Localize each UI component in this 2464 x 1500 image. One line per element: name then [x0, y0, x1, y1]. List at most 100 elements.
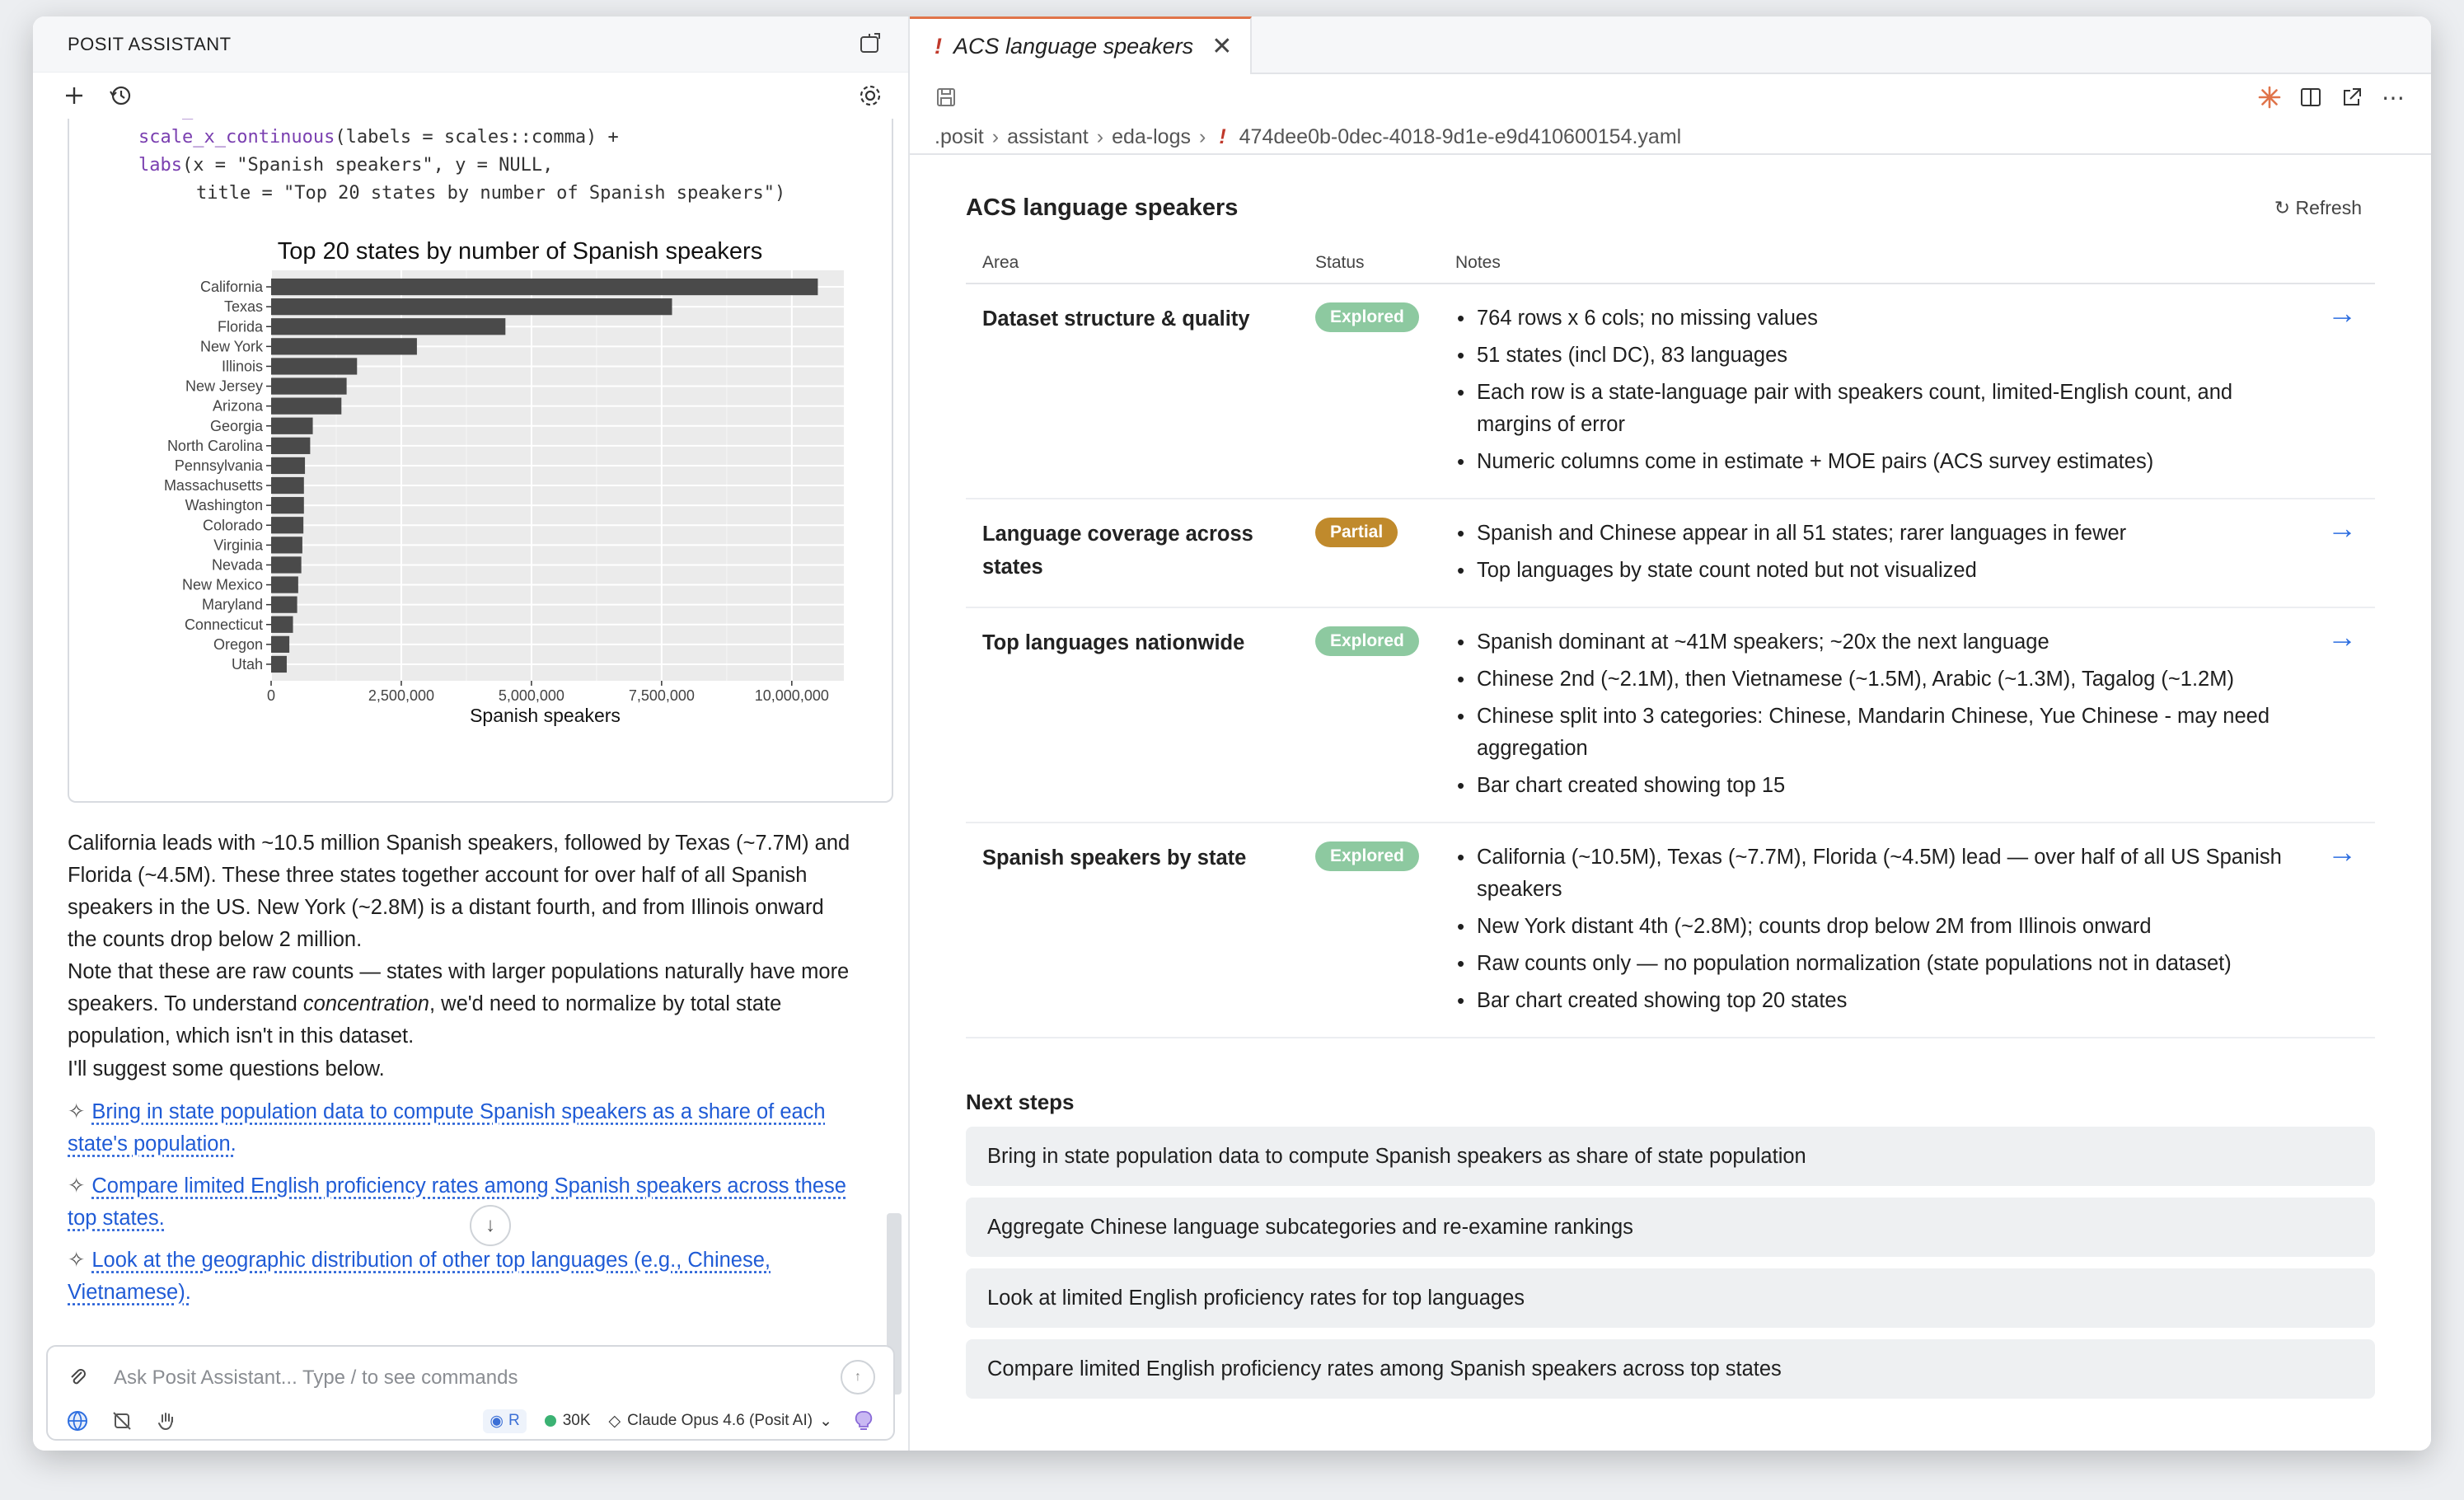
history-icon[interactable]: [107, 82, 134, 109]
arrow-up-icon: ↑: [855, 1370, 861, 1384]
message-note: Note that these are raw counts — states …: [68, 960, 850, 1048]
y-tick-label: Colorado: [203, 517, 263, 533]
note-item: New York distant 4th (~2.8M); counts dro…: [1455, 911, 2293, 943]
row-area: Dataset structure & quality: [966, 284, 1299, 499]
open-external-icon[interactable]: [2339, 84, 2365, 110]
x-axis-label: Spanish speakers: [470, 705, 621, 726]
bar: [271, 318, 506, 335]
breadcrumb-item[interactable]: .posit: [935, 125, 984, 149]
suggestion-item[interactable]: ✧ Look at the geographic distribution of …: [68, 1245, 859, 1309]
refresh-icon: ↻: [2274, 196, 2291, 218]
bar: [271, 338, 417, 355]
bar: [271, 616, 293, 633]
x-tick-label: 2,500,000: [368, 687, 434, 704]
globe-icon[interactable]: [64, 1408, 91, 1434]
message-paragraph: California leads with ~10.5 million Span…: [68, 832, 850, 951]
app-window: POSIT ASSISTANT geom_col() +scale_x_cont…: [33, 16, 2431, 1451]
tab-bar: ! ACS language speakers ✕: [910, 16, 2431, 74]
model-selector[interactable]: ◇ Claude Opus 4.6 (Posit AI) ⌄: [609, 1412, 833, 1431]
chart-title: Top 20 states by number of Spanish speak…: [278, 239, 762, 265]
row-area: Language coverage across states: [966, 499, 1299, 608]
suggestion-item[interactable]: ✧ Bring in state population data to compu…: [68, 1096, 859, 1160]
assistant-title: POSIT ASSISTANT: [68, 33, 232, 54]
note-item: Numeric columns come in estimate + MOE p…: [1455, 446, 2293, 478]
breadcrumb-item[interactable]: eda-logs: [1112, 125, 1191, 149]
document-title: ACS language speakers: [966, 194, 1239, 221]
status-badge: Partial: [1315, 518, 1398, 547]
y-tick-label: Utah: [232, 656, 263, 673]
suggestion-link[interactable]: Compare limited English proficiency rate…: [68, 1174, 846, 1230]
settings-gear-icon[interactable]: [857, 82, 883, 109]
chevron-right-icon: ›: [1199, 124, 1206, 148]
model-diamond-icon: ◇: [608, 1412, 621, 1430]
y-tick-label: Connecticut: [185, 616, 263, 633]
status-badge: Explored: [1315, 302, 1419, 332]
y-tick-label: New York: [200, 338, 264, 354]
next-step-button[interactable]: Bring in state population data to comput…: [966, 1127, 2375, 1186]
new-chat-icon[interactable]: [61, 82, 87, 109]
bar: [271, 596, 297, 613]
row-area: Top languages nationwide: [966, 607, 1299, 823]
suggestion-link[interactable]: Look at the geographic distribution of o…: [68, 1249, 771, 1304]
y-tick-label: Oregon: [213, 636, 263, 653]
bar-chart: Top 20 states by number of Spanish speak…: [164, 239, 844, 726]
chevron-right-icon: ›: [991, 124, 1000, 148]
y-tick-label: Arizona: [213, 398, 264, 415]
table-row: Spanish speakers by state Explored Califor…: [966, 823, 2375, 1038]
arrow-right-icon[interactable]: →: [2293, 607, 2375, 823]
next-step-button[interactable]: Compare limited English proficiency rate…: [966, 1339, 2375, 1399]
breadcrumb-item[interactable]: 474dee0b-0dec-4018-9d1e-e9d410600154.yam…: [1239, 125, 1682, 149]
next-step-button[interactable]: Aggregate Chinese language subcategories…: [966, 1198, 2375, 1257]
eye-icon: ◉: [490, 1412, 504, 1430]
sparkle-icon: ✧: [68, 1100, 86, 1123]
language-chip[interactable]: ◉ R: [483, 1409, 527, 1433]
bar: [271, 497, 304, 514]
breadcrumb-item[interactable]: assistant: [1007, 125, 1089, 149]
sparkle-icon: ✧: [68, 1249, 86, 1272]
suggestion-link[interactable]: Bring in state population data to comput…: [68, 1100, 826, 1155]
more-options-icon[interactable]: ⋯: [2380, 84, 2406, 110]
message-suggest-intro: I'll suggest some questions below.: [68, 1057, 385, 1080]
table-row: Top languages nationwide Explored Spanish …: [966, 607, 2375, 823]
breadcrumb: .posit › assistant › eda-logs › ! 474dee…: [910, 120, 2431, 155]
note-item: Chinese split into 3 categories: Chinese…: [1455, 701, 2293, 765]
usage-dot: [544, 1415, 556, 1427]
assistant-spark-icon[interactable]: [2256, 84, 2283, 110]
y-tick-label: Florida: [218, 318, 264, 335]
next-steps-title: Next steps: [966, 1090, 1075, 1114]
arrow-down-icon: ↓: [485, 1214, 495, 1236]
arrow-right-icon[interactable]: →: [2293, 499, 2375, 608]
scroll-down-button[interactable]: ↓: [470, 1205, 511, 1246]
next-step-button[interactable]: Look at limited English proficiency rate…: [966, 1268, 2375, 1328]
refresh-button[interactable]: ↻ Refresh: [2274, 197, 2362, 219]
y-tick-label: New Jersey: [185, 378, 263, 395]
y-tick-label: Texas: [224, 298, 263, 315]
hand-icon[interactable]: [153, 1408, 180, 1434]
status-badge: Explored: [1315, 841, 1419, 871]
row-area: Spanish speakers by state: [966, 823, 1299, 1038]
arrow-right-icon[interactable]: →: [2293, 823, 2375, 1038]
attach-paperclip-icon[interactable]: [64, 1363, 91, 1390]
arrow-right-icon[interactable]: →: [2293, 284, 2375, 499]
chevron-right-icon: ›: [1096, 124, 1104, 148]
save-icon[interactable]: [933, 84, 959, 110]
y-tick-label: Maryland: [202, 597, 263, 613]
y-tick-label: Pennsylvania: [175, 457, 264, 474]
no-tools-icon[interactable]: [109, 1408, 135, 1434]
x-tick-label: 7,500,000: [629, 687, 695, 704]
lightbulb-icon[interactable]: [850, 1408, 877, 1434]
chat-input[interactable]: [114, 1362, 822, 1395]
column-header-action: [2293, 242, 2375, 284]
split-view-icon[interactable]: [2298, 84, 2324, 110]
send-button[interactable]: ↑: [841, 1360, 875, 1395]
tab-acs-language-speakers[interactable]: ! ACS language speakers ✕: [910, 16, 1253, 74]
new-window-icon[interactable]: [857, 31, 883, 58]
suggestion-item[interactable]: ✧ Compare limited English proficiency rat…: [68, 1170, 859, 1235]
y-tick-label: Virginia: [213, 537, 264, 553]
close-tab-icon[interactable]: ✕: [1211, 32, 1232, 61]
bar: [271, 537, 302, 554]
note-item: Each row is a state-language pair with s…: [1455, 377, 2293, 441]
code-output-card: geom_col() +scale_x_continuous(labels = …: [68, 119, 893, 803]
chat-scroll-area[interactable]: geom_col() +scale_x_continuous(labels = …: [33, 119, 910, 1327]
unsaved-exclamation-icon: !: [935, 34, 942, 59]
